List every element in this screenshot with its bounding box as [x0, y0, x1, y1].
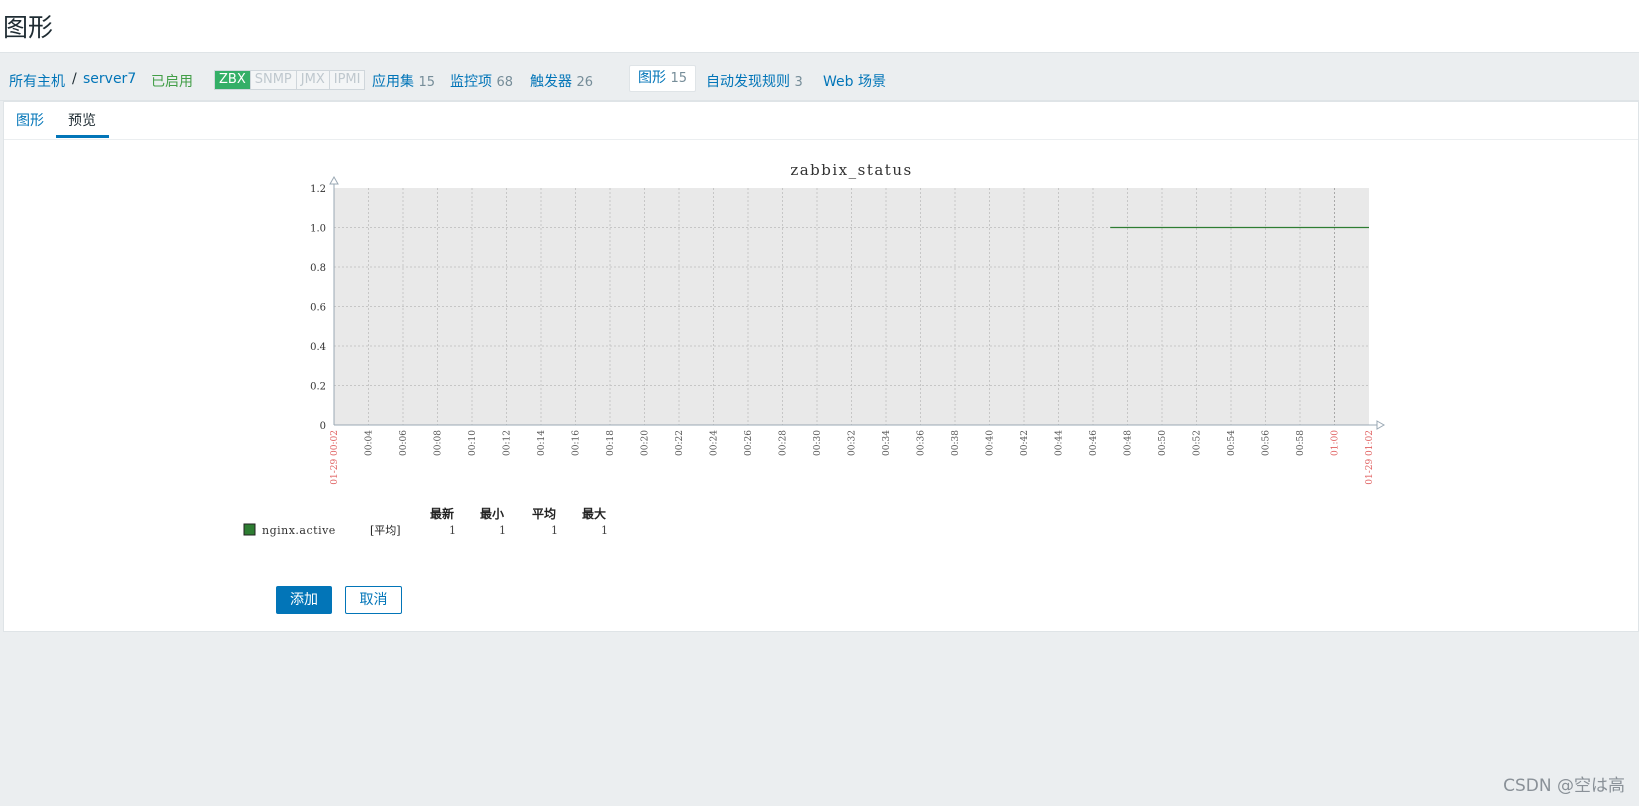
x-tick-label: 00:40	[986, 430, 996, 456]
legend-swatch	[243, 523, 256, 536]
y-tick-label: 1.0	[310, 224, 326, 235]
y-tick-label: 0.2	[310, 382, 326, 393]
nav-applications[interactable]: 应用集 15	[372, 71, 435, 91]
x-tick-label: 00:36	[917, 430, 927, 456]
x-tick-label: 00:52	[1193, 430, 1203, 456]
nav-label: 自动发现规则	[706, 74, 790, 90]
legend-value: 1	[449, 524, 456, 537]
x-tick-label: 00:24	[710, 430, 720, 456]
graph-preview: zabbix_status 0 0.2 0.4 0.6 0.8 1.0 1.2 00:04 00:…	[243, 161, 1386, 537]
nav-count: 15	[670, 71, 687, 86]
host-navigation-bar: 所有主机 / server7 已启用 ZBX SNMP JMX IPMI 应用集…	[0, 53, 1639, 101]
x-end-label: 01-29 01:02	[1365, 430, 1375, 485]
nav-count: 26	[576, 75, 593, 90]
nav-graphs[interactable]: 图形 15	[629, 65, 696, 92]
legend-function: [平均]	[370, 524, 401, 537]
page-title: 图形	[3, 13, 54, 42]
x-tick-label: 00:20	[641, 430, 651, 456]
nav-count: 15	[418, 75, 435, 90]
x-tick-label: 00:04	[365, 430, 375, 456]
x-start-label: 01-29 00:02	[330, 430, 340, 485]
x-tick-label: 00:34	[882, 430, 892, 456]
legend-header: 平均	[532, 506, 556, 521]
nav-count: 3	[794, 75, 803, 90]
nav-triggers[interactable]: 触发器 26	[530, 71, 593, 91]
y-tick-label: 1.2	[310, 184, 326, 195]
x-tick-label: 00:10	[468, 430, 478, 456]
nav-label: 触发器	[530, 74, 572, 90]
availability-zbx: ZBX	[215, 71, 250, 89]
breadcrumb-separator: /	[72, 71, 77, 87]
y-tick-label: 0	[320, 421, 326, 432]
nav-label: 监控项	[450, 74, 492, 90]
legend-header: 最大	[582, 506, 606, 521]
x-tick-label: 00:30	[813, 430, 823, 456]
breadcrumb-host[interactable]: server7	[83, 71, 136, 87]
y-axis-arrow	[329, 175, 339, 185]
cancel-button[interactable]: 取消	[345, 586, 402, 614]
legend-series-name: nginx.active	[262, 524, 336, 537]
nav-count: 68	[496, 75, 513, 90]
nav-web-scenarios[interactable]: Web 场景	[823, 71, 886, 91]
x-tick-label: 00:08	[434, 430, 444, 456]
x-tick-label: 00:06	[399, 430, 409, 456]
legend-header: 最新	[430, 506, 454, 521]
breadcrumb-all-hosts[interactable]: 所有主机	[9, 71, 65, 91]
nav-label: 图形	[638, 70, 666, 86]
x-tick-label: 00:14	[537, 430, 547, 456]
x-tick-label: 00:46	[1089, 430, 1099, 456]
y-tick-label: 0.8	[310, 263, 326, 274]
x-tick-label: 00:58	[1296, 430, 1306, 456]
x-tick-label: 00:28	[779, 430, 789, 456]
watermark: CSDN @空は高	[1503, 776, 1625, 796]
x-axis-arrow	[1376, 420, 1386, 430]
x-tick-label: 00:50	[1158, 430, 1168, 456]
legend-header: 最小	[480, 506, 504, 521]
x-tick-label: 01:00	[1331, 430, 1341, 456]
x-tick-label: 00:56	[1262, 430, 1272, 456]
x-tick-label: 00:48	[1124, 430, 1134, 456]
content-panel: 图形 预览 zabbix_status 0 0.2 0.4 0.6 0.8 1.0 1.2 00…	[3, 101, 1639, 632]
x-tick-label: 00:16	[572, 430, 582, 456]
host-status[interactable]: 已启用	[151, 71, 193, 91]
legend-value: 1	[499, 524, 506, 537]
y-tick-label: 0.6	[310, 303, 326, 314]
nav-discovery-rules[interactable]: 自动发现规则 3	[706, 71, 803, 91]
x-tick-label: 00:12	[503, 430, 513, 456]
x-tick-label: 00:54	[1227, 430, 1237, 456]
legend-value: 1	[601, 524, 608, 537]
availability-badges: ZBX SNMP JMX IPMI	[214, 70, 366, 90]
legend-value: 1	[551, 524, 558, 537]
add-button[interactable]: 添加	[276, 586, 332, 614]
x-tick-label: 00:18	[606, 430, 616, 456]
x-tick-label: 00:26	[744, 430, 754, 456]
y-tick-label: 0.4	[310, 342, 326, 353]
x-tick-label: 00:38	[951, 430, 961, 456]
availability-ipmi: IPMI	[328, 71, 365, 89]
x-tick-label: 00:42	[1020, 430, 1030, 456]
x-tick-label: 00:44	[1055, 430, 1065, 456]
nav-items[interactable]: 监控项 68	[450, 71, 513, 91]
availability-snmp: SNMP	[249, 71, 296, 89]
nav-label: 应用集	[372, 74, 414, 90]
availability-jmx: JMX	[295, 71, 329, 89]
x-tick-label: 00:32	[848, 430, 858, 456]
x-tick-label: 00:22	[675, 430, 685, 456]
chart-title: zabbix_status	[790, 161, 912, 179]
page-header: 图形	[0, 0, 1639, 53]
